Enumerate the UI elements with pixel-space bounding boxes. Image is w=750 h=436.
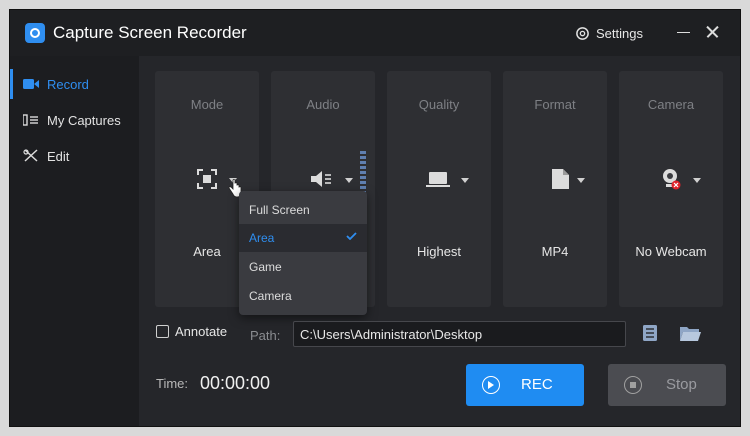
settings-label: Settings — [596, 25, 643, 41]
sidebar-item-record[interactable]: Record — [10, 66, 139, 102]
sidebar-item-label: My Captures — [47, 113, 121, 128]
speaker-icon — [311, 171, 331, 187]
gear-icon — [576, 26, 589, 40]
chevron-down-icon[interactable] — [461, 178, 469, 183]
quality-panel[interactable]: Quality Highest — [387, 71, 491, 307]
panel-value: Highest — [416, 244, 462, 259]
panel-value: No Webcam — [635, 244, 707, 259]
checkmark-icon — [346, 232, 357, 240]
mode-dropdown-menu: Full Screen Area Game Camera — [239, 191, 367, 315]
panel-title: Camera — [647, 97, 695, 112]
area-select-icon — [197, 169, 217, 189]
rec-label: REC — [521, 376, 553, 393]
stop-circle-icon — [624, 376, 642, 394]
edit-tools-icon — [23, 149, 38, 162]
dropdown-option-camera[interactable]: Camera — [239, 282, 367, 310]
camera-logo-icon — [25, 23, 45, 43]
camera-panel[interactable]: Camera No Webcam — [619, 71, 723, 307]
sidebar: Record My Captures Edit — [10, 56, 139, 426]
volume-level-icon — [360, 151, 366, 194]
timer-display: 00:00:00 — [200, 373, 271, 393]
option-label: Game — [249, 260, 282, 274]
folder-open-icon[interactable] — [679, 324, 701, 342]
sidebar-item-edit[interactable]: Edit — [10, 138, 139, 174]
video-camera-icon — [23, 79, 39, 89]
format-panel[interactable]: Format MP4 — [503, 71, 607, 307]
webcam-off-icon — [663, 169, 681, 190]
option-label: Full Screen — [249, 203, 310, 217]
file-icon — [552, 169, 569, 189]
checkbox-box[interactable] — [156, 325, 169, 338]
panel-title: Quality — [418, 97, 460, 112]
app-window: Capture Screen Recorder Settings Record — [9, 9, 741, 427]
close-icon[interactable] — [703, 22, 723, 42]
sidebar-item-label: Record — [47, 77, 89, 92]
dropdown-option-game[interactable]: Game — [239, 253, 367, 281]
path-label: Path: — [250, 328, 281, 343]
dropdown-option-area[interactable]: Area — [239, 224, 367, 252]
sidebar-item-label: Edit — [47, 149, 70, 164]
chevron-down-icon[interactable] — [345, 178, 353, 183]
list-icon — [23, 114, 38, 126]
panel-title: Audio — [306, 97, 340, 112]
option-label: Camera — [249, 289, 292, 303]
settings-button[interactable]: Settings — [575, 24, 643, 42]
sidebar-item-my-captures[interactable]: My Captures — [10, 102, 139, 138]
rec-button[interactable]: REC — [466, 364, 584, 406]
option-label: Area — [249, 231, 275, 245]
panel-value: MP4 — [541, 244, 569, 259]
play-circle-icon — [482, 376, 500, 394]
stop-label: Stop — [666, 376, 697, 393]
chevron-down-icon[interactable] — [577, 178, 585, 183]
title-bar: Capture Screen Recorder Settings — [10, 10, 740, 56]
annotate-label: Annotate — [175, 324, 228, 339]
file-list-icon[interactable] — [642, 324, 658, 342]
app-title: Capture Screen Recorder — [53, 23, 247, 42]
laptop-icon — [426, 172, 450, 187]
panel-title: Mode — [190, 97, 224, 112]
time-label: Time: — [156, 376, 189, 391]
annotate-checkbox[interactable]: Annotate — [156, 324, 227, 339]
chevron-down-icon[interactable] — [693, 178, 701, 183]
dropdown-option-full-screen[interactable]: Full Screen — [239, 196, 367, 224]
path-input[interactable]: C:\Users\Administrator\Desktop — [293, 321, 626, 347]
stop-button[interactable]: Stop — [608, 364, 726, 406]
panel-title: Format — [534, 97, 576, 112]
minimize-icon[interactable] — [674, 22, 694, 42]
